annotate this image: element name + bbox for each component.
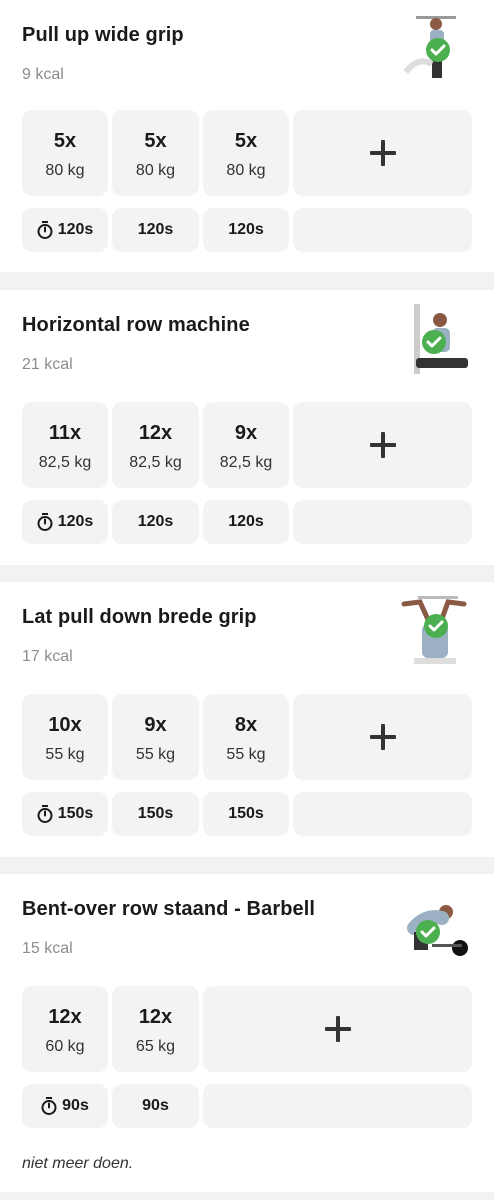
set-reps: 9x — [144, 714, 167, 736]
rest-cell[interactable]: 150s — [203, 792, 289, 836]
set-reps: 12x — [138, 422, 173, 444]
exercise-card[interactable]: Lat pull down brede grip 17 kcal 10x 55 … — [0, 582, 494, 857]
check-circle-icon — [416, 920, 440, 944]
exercise-thumbnail[interactable] — [396, 594, 472, 668]
rest-cell[interactable]: 90s — [22, 1084, 108, 1128]
set-cell[interactable]: 11x 82,5 kg — [22, 402, 108, 488]
rest-cell-empty[interactable] — [293, 208, 472, 252]
set-cell[interactable]: 9x 55 kg — [112, 694, 199, 780]
check-circle-icon — [426, 38, 450, 62]
stopwatch-icon — [37, 805, 53, 823]
set-weight: 65 kg — [135, 1038, 176, 1055]
exercise-note: niet meer doen. — [22, 1155, 134, 1172]
rest-time: 120s — [137, 513, 174, 530]
exercise-kcal: 21 kcal — [22, 356, 73, 373]
exercise-thumbnail[interactable] — [396, 12, 472, 86]
rest-cell[interactable]: 120s — [112, 208, 199, 252]
set-weight: 82,5 kg — [38, 454, 92, 471]
set-reps: 5x — [144, 130, 167, 152]
stopwatch-icon — [37, 221, 53, 239]
exercise-kcal: 9 kcal — [22, 66, 64, 83]
set-cell[interactable]: 12x 82,5 kg — [112, 402, 199, 488]
exercise-title: Horizontal row machine — [22, 314, 250, 336]
stopwatch-icon — [37, 513, 53, 531]
add-set-button[interactable] — [203, 986, 472, 1072]
set-weight: 55 kg — [226, 746, 266, 763]
rest-cell-empty[interactable] — [293, 792, 472, 836]
exercise-kcal: 15 kcal — [22, 940, 73, 957]
add-set-button[interactable] — [293, 402, 472, 488]
exercise-thumbnail[interactable] — [396, 302, 472, 376]
set-cell[interactable]: 5x 80 kg — [22, 110, 108, 196]
plus-icon — [369, 140, 396, 166]
set-reps: 10x — [48, 714, 82, 736]
set-reps: 5x — [234, 130, 258, 152]
set-cell[interactable]: 8x 55 kg — [203, 694, 289, 780]
exercise-title: Lat pull down brede grip — [22, 606, 257, 628]
stopwatch-icon — [41, 1097, 57, 1115]
check-circle-icon — [424, 614, 448, 638]
rest-cell-empty[interactable] — [203, 1084, 472, 1128]
rest-time: 150s — [137, 805, 174, 822]
set-reps: 11x — [48, 422, 82, 444]
exercise-title: Bent-over row staand - Barbell — [22, 898, 316, 920]
set-reps: 9x — [234, 422, 258, 444]
rest-cell[interactable]: 90s — [112, 1084, 199, 1128]
set-cell[interactable]: 9x 82,5 kg — [203, 402, 289, 488]
rest-cell[interactable]: 150s — [22, 792, 108, 836]
rest-time: 120s — [57, 513, 94, 530]
set-weight: 55 kg — [45, 746, 85, 763]
rest-cell[interactable]: 120s — [112, 500, 199, 544]
set-cell[interactable]: 5x 80 kg — [112, 110, 199, 196]
plus-icon — [369, 724, 396, 750]
check-circle-icon — [422, 330, 446, 354]
set-weight: 60 kg — [45, 1038, 85, 1055]
set-cell[interactable]: 12x 65 kg — [112, 986, 199, 1072]
rest-time: 90s — [142, 1097, 169, 1114]
rest-cell[interactable]: 120s — [22, 500, 108, 544]
set-cell[interactable]: 10x 55 kg — [22, 694, 108, 780]
set-weight: 55 kg — [135, 746, 176, 763]
set-reps: 8x — [234, 714, 258, 736]
rest-time: 120s — [57, 221, 94, 238]
rest-time: 150s — [228, 805, 264, 822]
set-reps: 12x — [138, 1006, 173, 1028]
add-set-button[interactable] — [293, 110, 472, 196]
rest-time: 120s — [137, 221, 174, 238]
add-set-button[interactable] — [293, 694, 472, 780]
plus-icon — [369, 432, 396, 458]
exercise-card[interactable]: Bent-over row staand - Barbell 15 kcal 1… — [0, 874, 494, 1192]
set-reps: 5x — [53, 130, 77, 152]
set-weight: 80 kg — [45, 162, 85, 179]
rest-cell[interactable]: 120s — [203, 500, 289, 544]
set-weight: 80 kg — [135, 162, 176, 179]
set-cell[interactable]: 12x 60 kg — [22, 986, 108, 1072]
exercise-card[interactable]: Horizontal row machine 21 kcal 11x 82,5 … — [0, 290, 494, 565]
rest-cell[interactable]: 150s — [112, 792, 199, 836]
rest-cell[interactable]: 120s — [22, 208, 108, 252]
rest-time: 150s — [57, 805, 94, 822]
set-reps: 12x — [48, 1006, 82, 1028]
rest-time: 120s — [228, 221, 264, 238]
rest-cell-empty[interactable] — [293, 500, 472, 544]
rest-time: 90s — [62, 1097, 89, 1114]
rest-time: 120s — [228, 513, 264, 530]
exercise-kcal: 17 kcal — [22, 648, 73, 665]
set-cell[interactable]: 5x 80 kg — [203, 110, 289, 196]
exercise-card[interactable]: Pull up wide grip 9 kcal 5x 80 kg 5x 80 … — [0, 0, 494, 272]
plus-icon — [324, 1016, 351, 1042]
exercise-title: Pull up wide grip — [22, 24, 184, 46]
set-weight: 80 kg — [226, 162, 266, 179]
rest-cell[interactable]: 120s — [203, 208, 289, 252]
set-weight: 82,5 kg — [129, 454, 182, 471]
exercise-thumbnail[interactable] — [396, 886, 472, 960]
set-weight: 82,5 kg — [219, 454, 273, 471]
